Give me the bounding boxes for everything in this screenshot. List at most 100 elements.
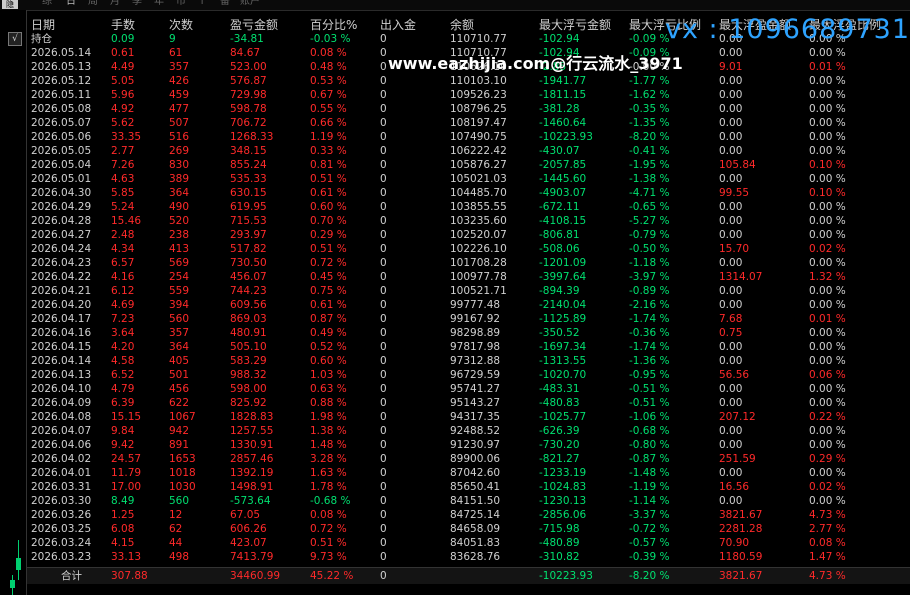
table-row[interactable]: 2026.05.05 2.77 269 348.15 0.33 % 0 106222.42 -… <box>27 144 910 158</box>
cell-percent: 0.63 % <box>310 383 347 395</box>
table-row[interactable]: 2026.05.07 5.62 507 706.72 0.66 % 0 108197.47 -… <box>27 116 910 130</box>
cell-lots: 15.46 <box>111 215 142 227</box>
table-row[interactable]: 2026.04.10 4.79 456 598.00 0.63 % 0 95741.27 -4… <box>27 382 910 396</box>
cell-pnl: 855.24 <box>230 159 267 171</box>
table-row[interactable]: 2026.04.02 24.57 1653 2857.46 3.28 % 0 89900.0… <box>27 452 910 466</box>
cell-lots: 9.42 <box>111 439 135 451</box>
tab-2[interactable]: 周 <box>88 0 98 7</box>
table-row[interactable]: 2026.03.24 4.15 44 423.07 0.51 % 0 84051.83 -48… <box>27 536 910 550</box>
table-row[interactable]: 2026.04.27 2.48 238 293.97 0.29 % 0 102520.07 -… <box>27 228 910 242</box>
table-row[interactable]: 2026.04.14 4.58 405 583.29 0.60 % 0 97312.88 -1… <box>27 354 910 368</box>
total-row[interactable]: 合计 307.88 34460.99 45.22 % 0 -10223.93 -8.20 %… <box>27 567 910 584</box>
cell-max-float-loss-ratio: -1.38 % <box>629 173 670 185</box>
table-row[interactable]: 2026.04.09 6.39 622 825.92 0.88 % 0 95143.27 -4… <box>27 396 910 410</box>
cell-deposit: 0 <box>380 425 387 437</box>
table-row[interactable]: 2026.04.28 15.46 520 715.53 0.70 % 0 103235.60… <box>27 214 910 228</box>
cell-balance: 97312.88 <box>450 355 501 367</box>
table-row[interactable]: 2026.05.11 5.96 459 729.98 0.67 % 0 109526.23 -… <box>27 88 910 102</box>
cell-max-float-loss: -4108.15 <box>539 215 587 227</box>
cell-lots: 5.05 <box>111 75 135 87</box>
tab-5[interactable]: 年 <box>154 0 164 7</box>
table-row[interactable]: 2026.04.17 7.23 560 869.03 0.87 % 0 99167.92 -1… <box>27 312 910 326</box>
tab-3[interactable]: 月 <box>110 0 120 7</box>
cell-max-float-loss: -1460.64 <box>539 117 587 129</box>
cell-count: 413 <box>169 243 190 255</box>
cell-max-float-loss-ratio: -0.51 % <box>629 397 670 409</box>
cell-max-float-loss-ratio: -0.09 % <box>629 33 670 45</box>
cell-count: 364 <box>169 341 190 353</box>
cell-percent: 0.88 % <box>310 397 347 409</box>
cell-percent: 0.87 % <box>310 313 347 325</box>
cell-max-float-profit: 3821.67 <box>719 570 763 582</box>
check-box[interactable]: √ <box>8 32 22 46</box>
cell-deposit: 0 <box>380 355 387 367</box>
table-row[interactable]: 2026.04.06 9.42 891 1330.91 1.48 % 0 91230.97 -… <box>27 438 910 452</box>
table-row[interactable]: 2026.04.24 4.34 413 517.82 0.51 % 0 102226.10 -… <box>27 242 910 256</box>
table-row[interactable]: 2026.03.25 6.08 62 606.26 0.72 % 0 84658.09 -71… <box>27 522 910 536</box>
table-row[interactable]: 2026.04.15 4.20 364 505.10 0.52 % 0 97817.98 -1… <box>27 340 910 354</box>
cell-lots: 11.79 <box>111 467 142 479</box>
table-row[interactable]: 2026.03.26 1.25 12 67.05 0.08 % 0 84725.14 -285… <box>27 508 910 522</box>
cell-count: 1653 <box>169 453 196 465</box>
table-row[interactable]: 2026.04.08 15.15 1067 1828.83 1.98 % 0 94317.3… <box>27 410 910 424</box>
cell-max-float-profit: 0.00 <box>719 299 743 311</box>
cell-max-float-loss: -1697.34 <box>539 341 587 353</box>
table-row[interactable]: 2026.04.21 6.12 559 744.23 0.75 % 0 100521.71 -… <box>27 284 910 298</box>
cell-count: 560 <box>169 313 190 325</box>
cell-percent: 1.03 % <box>310 369 347 381</box>
table-row[interactable]: 2026.04.01 11.79 1018 1392.19 1.63 % 0 87042.6… <box>27 466 910 480</box>
tab-1[interactable]: 日 <box>66 0 76 7</box>
cell-percent: 0.33 % <box>310 145 347 157</box>
cell-max-float-loss: -806.81 <box>539 229 580 241</box>
cell-date: 2026.05.14 <box>31 47 92 59</box>
table-row[interactable]: 2026.05.01 4.63 389 535.33 0.51 % 0 105021.03 -… <box>27 172 910 186</box>
cell-date: 2026.04.02 <box>31 453 92 465</box>
cell-max-float-profit: 15.70 <box>719 243 750 255</box>
cell-pnl: 7413.79 <box>230 551 274 563</box>
cell-max-float-loss-ratio: -1.19 % <box>629 481 670 493</box>
cell-date: 2026.04.07 <box>31 425 92 437</box>
cell-count: 891 <box>169 439 190 451</box>
cell-balance: 84151.50 <box>450 495 501 507</box>
cell-max-float-profit: 9.01 <box>719 61 743 73</box>
tab-6[interactable]: 币 <box>176 0 186 7</box>
table-row[interactable]: 2026.04.22 4.16 254 456.07 0.45 % 0 100977.78 -… <box>27 270 910 284</box>
cell-count: 559 <box>169 285 190 297</box>
cell-max-float-profit: 0.00 <box>719 215 743 227</box>
table-row[interactable]: 2026.04.16 3.64 357 480.91 0.49 % 0 98298.89 -3… <box>27 326 910 340</box>
tab-4[interactable]: 季 <box>132 0 142 7</box>
tab-9[interactable]: 账户 <box>240 0 260 7</box>
cell-max-float-loss-ratio: -1.48 % <box>629 467 670 479</box>
cell-max-float-loss: -10223.93 <box>539 570 593 582</box>
cell-max-float-loss-ratio: -3.37 % <box>629 509 670 521</box>
cell-deposit: 0 <box>380 89 387 101</box>
table-row[interactable]: 2026.05.04 7.26 830 855.24 0.81 % 0 105876.27 -… <box>27 158 910 172</box>
table-row[interactable]: 2026.04.13 6.52 501 988.32 1.03 % 0 96729.59 -1… <box>27 368 910 382</box>
table-row[interactable]: 2026.04.30 5.85 364 630.15 0.61 % 0 104485.70 -… <box>27 186 910 200</box>
cell-date: 2026.05.06 <box>31 131 92 143</box>
cell-pnl: 1257.55 <box>230 425 274 437</box>
tab-8[interactable]: 备 <box>220 0 230 7</box>
table-row[interactable]: 2026.04.23 6.57 569 730.50 0.72 % 0 101708.28 -… <box>27 256 910 270</box>
table-row[interactable]: 2026.03.30 8.49 560 -573.64 -0.68 % 0 84151.50… <box>27 494 910 508</box>
cell-percent: 0.67 % <box>310 89 347 101</box>
table-row[interactable]: 2026.05.06 33.35 516 1268.33 1.19 % 0 107490.7… <box>27 130 910 144</box>
cell-max-float-loss-ratio: -8.20 % <box>629 131 670 143</box>
table-row[interactable]: 2026.03.23 33.13 498 7413.79 9.73 % 0 83628.76… <box>27 550 910 564</box>
table-row[interactable]: 2026.04.20 4.69 394 609.56 0.61 % 0 99777.48 -2… <box>27 298 910 312</box>
table-row[interactable]: 2026.03.31 17.00 1030 1498.91 1.78 % 0 85650.4… <box>27 480 910 494</box>
cell-deposit: 0 <box>380 327 387 339</box>
table-row[interactable]: 2026.05.08 4.92 477 598.78 0.55 % 0 108796.25 -… <box>27 102 910 116</box>
cell-date: 2026.03.24 <box>31 537 92 549</box>
tab-0[interactable]: 综 <box>42 0 52 7</box>
tab-7[interactable]: ↑ <box>198 0 206 7</box>
cell-max-float-loss-ratio: -1.77 % <box>629 75 670 87</box>
table-row[interactable]: 2026.04.29 5.24 490 619.95 0.60 % 0 103855.55 -… <box>27 200 910 214</box>
hide-panel-icon[interactable]: 隐 <box>2 0 18 9</box>
table-row[interactable]: 2026.04.07 9.84 942 1257.55 1.38 % 0 92488.52 -… <box>27 424 910 438</box>
cell-max-float-profit-ratio: 1.32 % <box>809 271 846 283</box>
cell-deposit: 0 <box>380 131 387 143</box>
cell-max-float-loss: -626.39 <box>539 425 580 437</box>
table-row[interactable]: 2026.05.12 5.05 426 576.87 0.53 % 0 110103.10 -… <box>27 74 910 88</box>
cell-max-float-profit: 0.00 <box>719 285 743 297</box>
